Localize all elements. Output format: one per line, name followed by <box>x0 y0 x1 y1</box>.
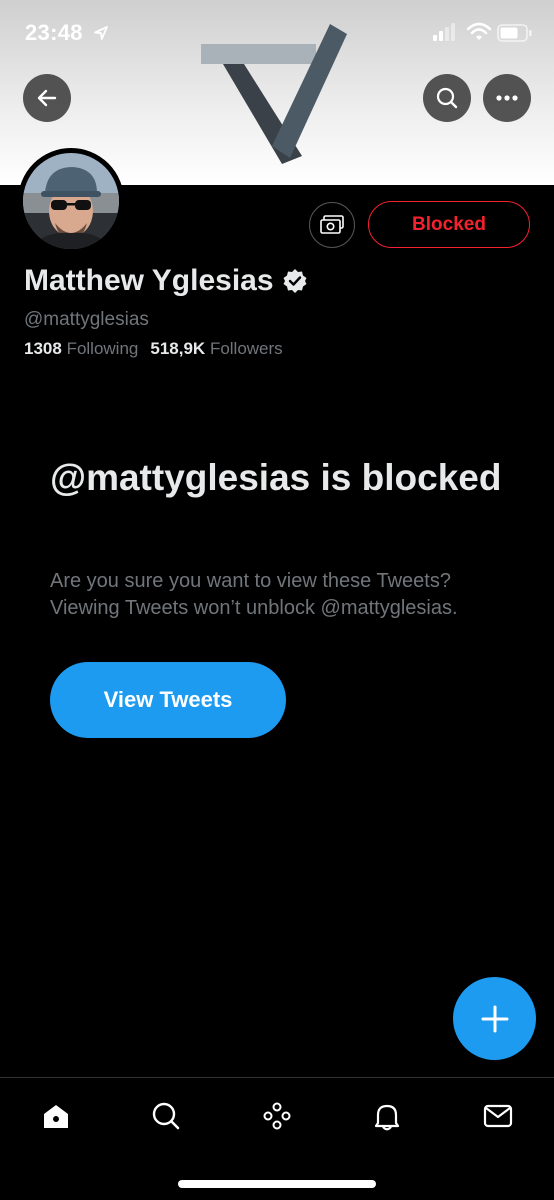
battery-icon <box>497 24 532 42</box>
profile-handle: @mattyglesias <box>24 309 149 330</box>
tip-button[interactable] <box>309 202 355 248</box>
following-link[interactable]: 1308 Following <box>24 339 138 358</box>
tab-home[interactable] <box>36 1096 76 1136</box>
profile-name: Matthew Yglesias <box>24 264 308 298</box>
tab-messages[interactable] <box>478 1096 518 1136</box>
home-indicator[interactable] <box>178 1180 376 1188</box>
back-button[interactable] <box>23 74 71 122</box>
bell-icon <box>374 1104 400 1131</box>
avatar-image <box>23 153 119 249</box>
money-icon <box>320 215 344 234</box>
status-bar: 23:48 <box>0 0 554 66</box>
arrow-left-icon <box>37 89 57 107</box>
home-icon <box>44 1105 68 1128</box>
wifi-icon <box>467 22 491 40</box>
search-button[interactable] <box>423 74 471 122</box>
verified-badge-icon <box>283 269 307 293</box>
following-count: 1308 <box>24 339 62 358</box>
view-tweets-button[interactable]: View Tweets <box>50 662 286 738</box>
followers-link[interactable]: 518,9K Followers <box>150 339 282 358</box>
ellipsis-icon <box>496 95 518 101</box>
compose-tweet-button[interactable] <box>453 977 536 1060</box>
blocked-notice-title: @mattyglesias is blocked <box>50 457 502 498</box>
location-arrow-icon <box>94 26 108 40</box>
blocked-button[interactable]: Blocked <box>368 201 530 248</box>
tab-search[interactable] <box>146 1096 186 1136</box>
avatar[interactable] <box>18 148 124 254</box>
mail-icon <box>483 1104 513 1128</box>
tab-spaces[interactable] <box>257 1096 297 1136</box>
followers-count: 518,9K <box>150 339 206 358</box>
search-icon <box>152 1102 180 1130</box>
more-button[interactable] <box>483 74 531 122</box>
profile-name-text: Matthew Yglesias <box>24 264 274 297</box>
spaces-icon <box>263 1102 291 1130</box>
tab-notifications[interactable] <box>367 1096 407 1136</box>
blocked-notice-description: Are you sure you want to view these Twee… <box>50 570 458 619</box>
view-tweets-label: View Tweets <box>103 687 233 712</box>
search-icon <box>436 87 458 109</box>
signal-icon <box>433 23 455 41</box>
blocked-button-label: Blocked <box>412 213 486 235</box>
follow-stats: 1308 Following 518,9K Followers <box>24 339 283 359</box>
status-time: 23:48 <box>25 20 83 45</box>
followers-label: Followers <box>209 339 283 358</box>
following-label: Following <box>66 339 139 358</box>
plus-icon <box>481 1005 508 1032</box>
